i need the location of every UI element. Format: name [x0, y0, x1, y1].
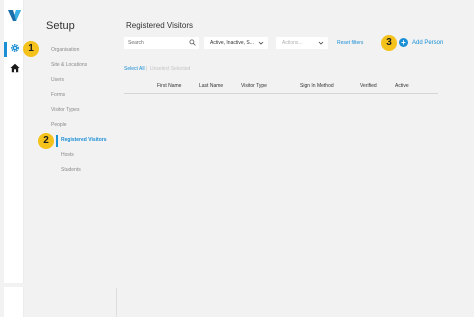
column-header-verified[interactable]: Verified [360, 83, 377, 89]
sidebar-item-people[interactable]: People [51, 122, 67, 128]
column-header-first-name[interactable]: First Name [157, 83, 181, 89]
callout-badge-3: 3 [381, 35, 397, 51]
status-filter-dropdown[interactable]: Active, Inactive, S... [204, 37, 268, 49]
actions-dropdown[interactable]: Actions... [276, 37, 328, 49]
sidebar-item-students[interactable]: Students [61, 167, 81, 173]
home-icon[interactable] [10, 63, 20, 73]
actions-placeholder: Actions... [282, 40, 303, 46]
select-all-link[interactable]: Select All [124, 66, 145, 72]
icon-rail-footer [4, 287, 24, 317]
sidebar-item-visitor-types[interactable]: Visitor Types [51, 107, 79, 113]
search-icon [189, 39, 196, 46]
column-header-sign-in-method[interactable]: Sign In Method [300, 83, 334, 89]
unselect-selected-link[interactable]: Unselect Selected [150, 66, 190, 72]
sidebar-item-registered-visitors[interactable]: Registered Visitors [61, 137, 106, 143]
chevron-down-icon [318, 41, 324, 45]
add-person-label: Add Person [412, 40, 444, 46]
chevron-down-icon [258, 41, 264, 45]
search-placeholder: Search [128, 40, 144, 46]
column-header-active[interactable]: Active [395, 83, 409, 89]
table-header: First Name Last Name Visitor Type Sign I… [124, 80, 438, 94]
callout-badge-1: 1 [23, 41, 39, 57]
gear-icon[interactable] [10, 43, 20, 53]
page-title: Registered Visitors [126, 21, 193, 30]
sidebar-item-site-locations[interactable]: Site & Locations [51, 62, 87, 68]
reset-filters-link[interactable]: Reset filters [337, 40, 363, 46]
sidebar-title: Setup [46, 20, 75, 32]
sidebar-item-hosts[interactable]: Hosts [61, 152, 74, 158]
rail-active-indicator [4, 42, 7, 57]
sidebar-item-users[interactable]: Users [51, 77, 64, 83]
brand-logo-icon[interactable] [8, 9, 21, 22]
column-header-visitor-type[interactable]: Visitor Type [241, 83, 267, 89]
divider [116, 288, 117, 317]
column-header-last-name[interactable]: Last Name [199, 83, 223, 89]
callout-badge-2: 2 [38, 133, 54, 149]
search-input[interactable]: Search [124, 37, 199, 49]
status-filter-value: Active, Inactive, S... [210, 40, 254, 46]
selection-separator: | [146, 66, 148, 72]
sidebar-item-forms[interactable]: Forms [51, 92, 65, 98]
plus-circle-icon: + [399, 38, 408, 47]
sidebar-item-organisation[interactable]: Organisation [51, 47, 79, 53]
sidebar-active-indicator [56, 135, 58, 147]
